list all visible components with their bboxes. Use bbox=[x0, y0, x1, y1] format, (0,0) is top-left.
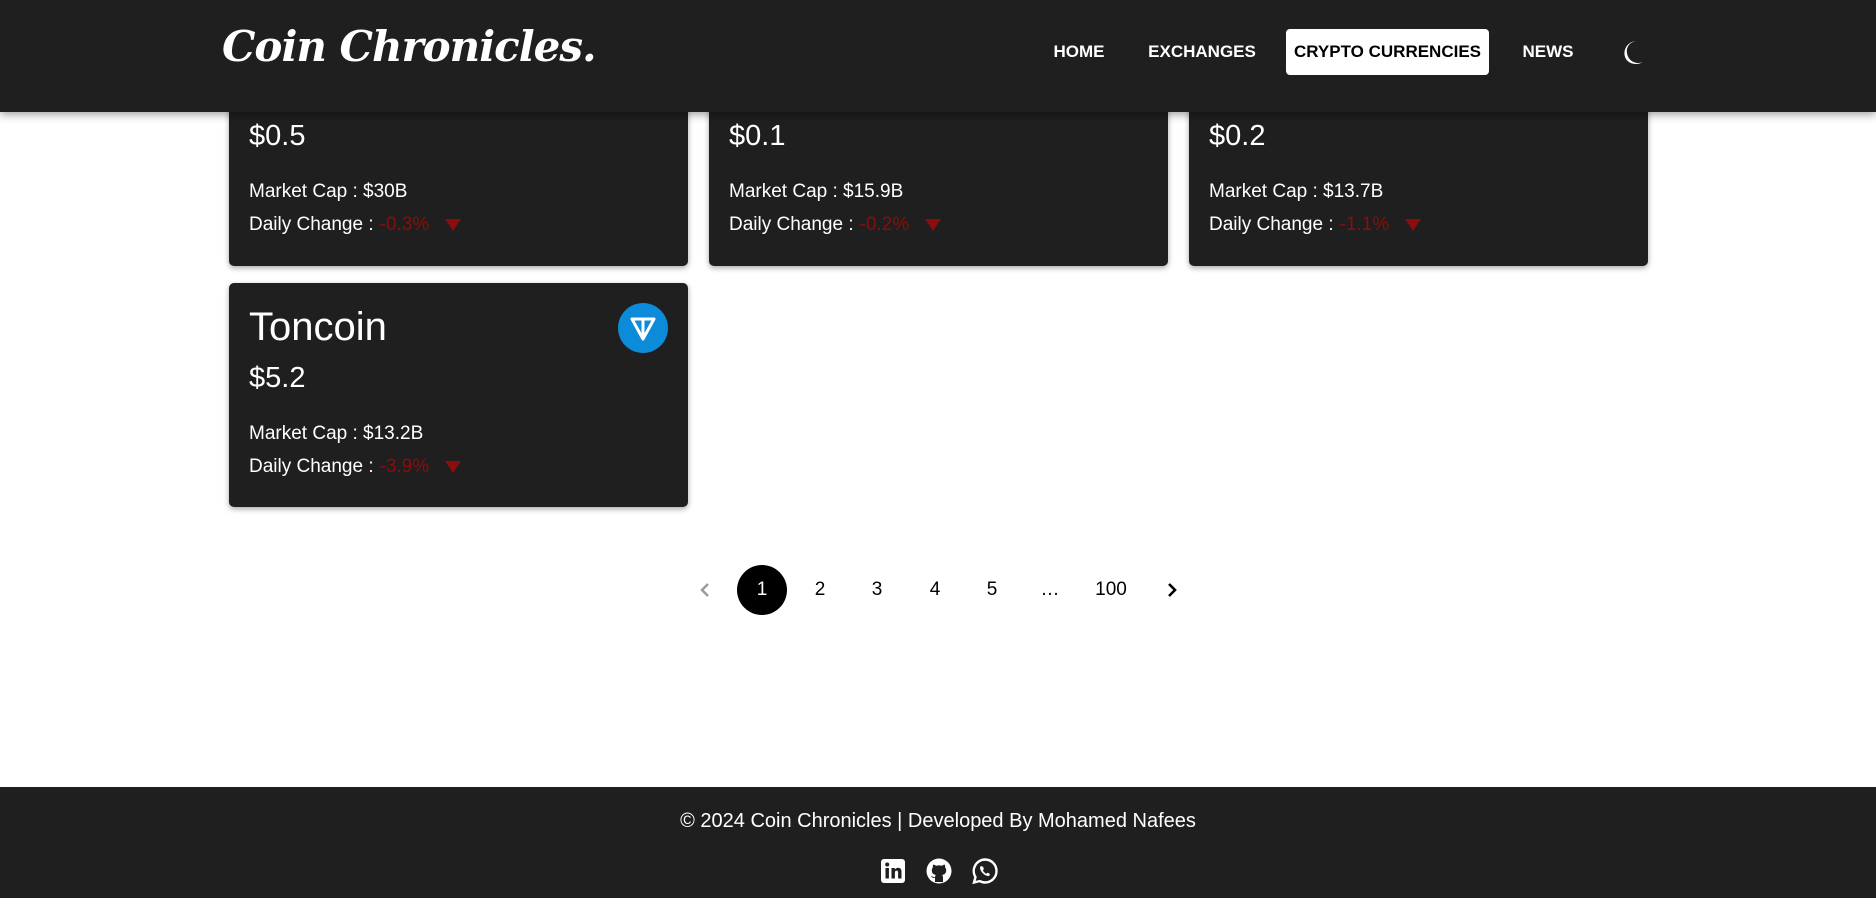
daily-change-label: Daily Change : bbox=[729, 214, 854, 235]
footer-copyright: © 2024 Coin Chronicles | Developed By Mo… bbox=[680, 810, 1196, 832]
coin-market-cap: Market Cap : $13.2B bbox=[249, 423, 424, 444]
footer: © 2024 Coin Chronicles | Developed By Mo… bbox=[0, 787, 1876, 898]
page-button-5[interactable]: 5 bbox=[967, 565, 1017, 615]
site-logo[interactable]: Coin Chronicles. bbox=[222, 22, 597, 71]
coin-market-cap: Market Cap : $13.7B bbox=[1209, 181, 1384, 202]
page-button-100[interactable]: 100 bbox=[1086, 565, 1136, 615]
prev-page-button[interactable] bbox=[690, 565, 720, 615]
whatsapp-icon[interactable] bbox=[971, 857, 999, 885]
daily-change-value: -1.1% bbox=[1339, 214, 1390, 235]
daily-change-row: Daily Change : -3.9% bbox=[249, 456, 462, 478]
coin-price: $0.2 bbox=[1209, 120, 1266, 152]
page-button-3[interactable]: 3 bbox=[852, 565, 902, 615]
top-navbar: Coin Chronicles. HOME EXCHANGES CRYPTO C… bbox=[0, 0, 1876, 112]
down-arrow-icon bbox=[925, 218, 942, 231]
coin-card-toncoin[interactable]: Toncoin $5.2 Market Cap : $13.2B Daily C… bbox=[229, 283, 688, 507]
theme-toggle-button[interactable] bbox=[1614, 36, 1648, 70]
daily-change-label: Daily Change : bbox=[249, 214, 374, 235]
down-arrow-icon bbox=[445, 218, 462, 231]
linkedin-icon[interactable] bbox=[879, 857, 907, 885]
page-button-4[interactable]: 4 bbox=[910, 565, 960, 615]
next-page-button[interactable] bbox=[1157, 565, 1187, 615]
github-icon[interactable] bbox=[925, 857, 953, 885]
daily-change-label: Daily Change : bbox=[249, 456, 374, 477]
nav-crypto-currencies[interactable]: CRYPTO CURRENCIES bbox=[1286, 29, 1489, 75]
nav-home[interactable]: HOME bbox=[1046, 29, 1112, 75]
nav-exchanges[interactable]: EXCHANGES bbox=[1147, 29, 1257, 75]
coin-market-cap: Market Cap : $15.9B bbox=[729, 181, 904, 202]
down-arrow-icon bbox=[445, 460, 462, 473]
page-button-2[interactable]: 2 bbox=[795, 565, 845, 615]
toncoin-logo-icon bbox=[618, 303, 668, 353]
daily-change-value: -0.2% bbox=[859, 214, 910, 235]
daily-change-value: -3.9% bbox=[379, 456, 430, 477]
coin-name: Toncoin bbox=[249, 305, 387, 349]
coin-price: $0.5 bbox=[249, 120, 306, 152]
chevron-left-icon bbox=[700, 583, 709, 597]
coin-market-cap: Market Cap : $30B bbox=[249, 181, 408, 202]
daily-change-row: Daily Change : -0.2% bbox=[729, 214, 942, 236]
nav-news[interactable]: NEWS bbox=[1518, 29, 1578, 75]
daily-change-row: Daily Change : -1.1% bbox=[1209, 214, 1422, 236]
chevron-right-icon bbox=[1168, 583, 1177, 597]
daily-change-label: Daily Change : bbox=[1209, 214, 1334, 235]
page-ellipsis: … bbox=[1040, 579, 1060, 600]
moon-icon bbox=[1624, 41, 1643, 64]
page-button-1[interactable]: 1 bbox=[737, 565, 787, 615]
daily-change-row: Daily Change : -0.3% bbox=[249, 214, 462, 236]
daily-change-value: -0.3% bbox=[379, 214, 430, 235]
coin-price: $5.2 bbox=[249, 362, 306, 394]
coin-price: $0.1 bbox=[729, 120, 786, 152]
down-arrow-icon bbox=[1405, 218, 1422, 231]
